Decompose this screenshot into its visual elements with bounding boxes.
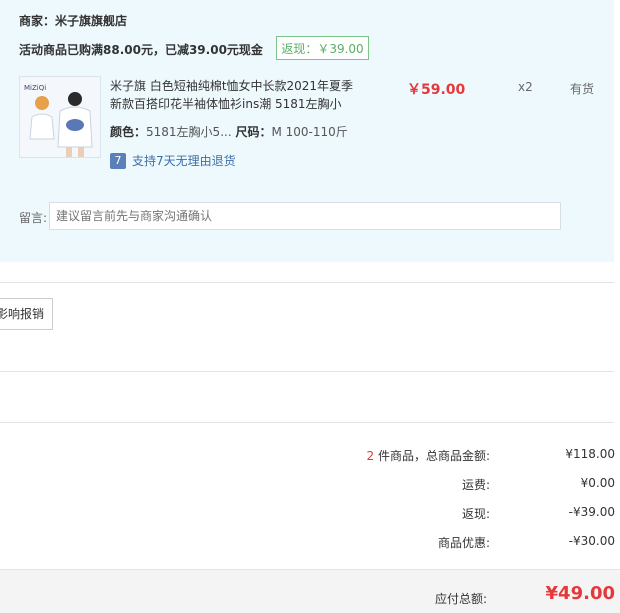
shipping-label: 运费: bbox=[461, 478, 490, 492]
quantity: x2 bbox=[518, 80, 533, 94]
payable-amount: ¥49.00 bbox=[545, 583, 615, 604]
color-value: 5181左胸小5... bbox=[146, 125, 232, 139]
cashback-row: 返现: -¥39.00 bbox=[315, 505, 615, 525]
return-policy-icon: 7 bbox=[110, 152, 126, 169]
goods-total-value: ¥118.00 bbox=[565, 447, 615, 461]
return-policy-text: 支持7天无理由退货 bbox=[132, 154, 236, 168]
divider bbox=[0, 422, 614, 423]
goods-total-row: 2 件商品，总商品金额: ¥118.00 bbox=[315, 447, 616, 467]
seller-name[interactable]: 商家：米子旗旗舰店 bbox=[19, 12, 127, 29]
discount-value: -¥30.00 bbox=[568, 534, 615, 548]
payable-label: 应付总额: bbox=[434, 592, 487, 606]
cashback-label: 返现: bbox=[461, 507, 490, 521]
message-label: 留言: bbox=[19, 211, 48, 225]
stock-status: 有货 bbox=[570, 82, 595, 96]
message-input[interactable] bbox=[49, 202, 561, 230]
invoice-report-button[interactable]: 影响报销 bbox=[0, 298, 53, 330]
discount-label: 商品优惠: bbox=[437, 536, 490, 550]
unit-price: ￥59.00 bbox=[407, 82, 466, 98]
goods-total-label: 2 件商品，总商品金额: bbox=[366, 449, 491, 463]
promotion-text: 活动商品已购满88.00元，已减39.00元现金 bbox=[19, 43, 263, 57]
shipping-value: ¥0.00 bbox=[580, 476, 615, 490]
brand-logo-text: MiZiQi bbox=[24, 84, 46, 92]
divider bbox=[0, 371, 614, 372]
product-attributes: 颜色：5181左胸小5... 尺码：M 100-110斤 bbox=[110, 123, 348, 140]
payable-bar bbox=[0, 569, 620, 613]
return-policy[interactable]: 7 支持7天无理由退货 bbox=[110, 152, 236, 169]
product-image-icon: MiZiQi bbox=[20, 77, 100, 157]
product-thumbnail[interactable]: MiZiQi bbox=[19, 76, 101, 158]
item-count: 2 bbox=[366, 449, 375, 463]
cashback-value: -¥39.00 bbox=[568, 505, 615, 519]
product-title[interactable]: 米子旗 白色短袖纯棉t恤女中长款2021年夏季新款百搭印花半袖体恤衫ins潮 5… bbox=[110, 77, 360, 113]
size-value: M 100-110斤 bbox=[271, 125, 348, 139]
cashback-tag: 返现：￥39.00 bbox=[276, 36, 369, 60]
size-label: 尺码： bbox=[235, 125, 272, 139]
divider bbox=[0, 282, 614, 283]
shipping-row: 运费: ¥0.00 bbox=[315, 476, 615, 496]
color-label: 颜色： bbox=[110, 125, 147, 139]
discount-row: 商品优惠: -¥30.00 bbox=[315, 534, 615, 554]
